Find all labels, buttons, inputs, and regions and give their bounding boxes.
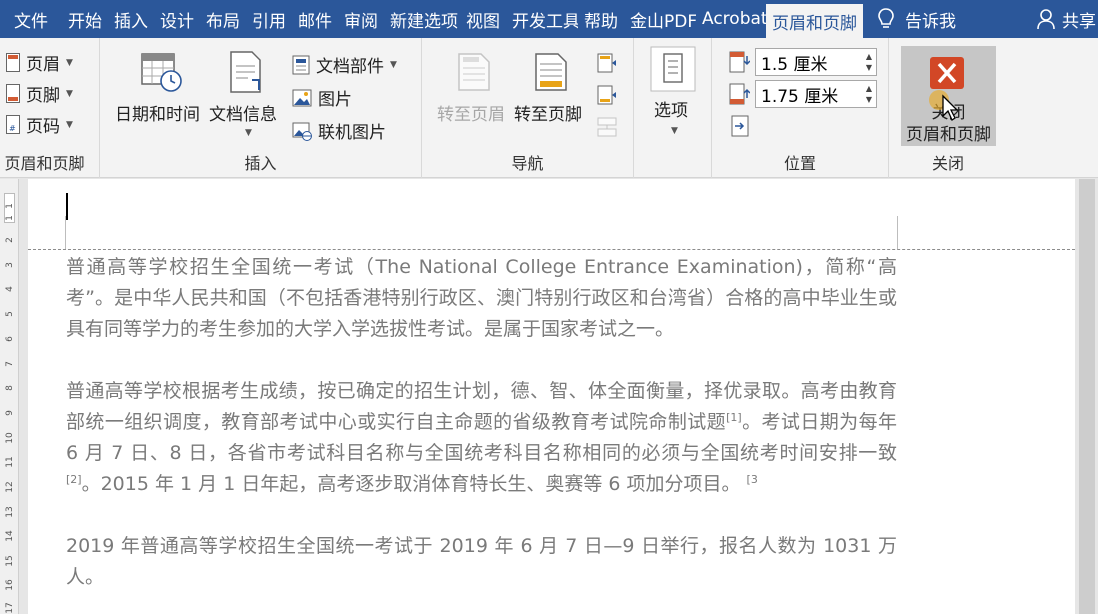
tell-me-label: 告诉我 xyxy=(905,11,956,32)
header-label: 页眉 xyxy=(26,55,60,75)
online-picture-button[interactable]: 联机图片 xyxy=(292,118,386,143)
options-caret: ▼ xyxy=(671,126,678,136)
close-header-footer-button[interactable]: 关闭 页眉和页脚 xyxy=(901,46,996,146)
tab-file[interactable]: 文件 xyxy=(0,0,62,38)
tab-references[interactable]: 引用 xyxy=(246,0,292,38)
header-margin-marker-left xyxy=(65,216,66,249)
document-page[interactable]: 普通高等学校招生全国统一考试（The National College Entr… xyxy=(28,179,1075,614)
tab-developer[interactable]: 开发工具 xyxy=(506,0,578,38)
footer-bottom-distance-input[interactable]: 1.75 厘米 ▲ ▼ xyxy=(755,80,877,108)
next-section-icon[interactable] xyxy=(596,84,618,106)
footer-icon xyxy=(6,84,20,103)
goto-footer-icon xyxy=(535,53,567,91)
paragraph-3[interactable]: 2019 年普通高等学校招生全国统一考试于 2019 年 6 月 7 日—9 日… xyxy=(66,531,897,593)
picture-label: 图片 xyxy=(318,90,352,110)
group-label-insert: 插入 xyxy=(244,154,277,173)
calendar-clock-icon xyxy=(141,53,182,92)
link-to-previous-icon[interactable] xyxy=(596,116,618,138)
vertical-ruler[interactable]: 1 1 2 3 4 5 6 7 8 9 10 11 12 13 14 15 16… xyxy=(0,179,19,614)
picture-icon xyxy=(292,89,312,106)
date-time-label: 日期和时间 xyxy=(115,105,200,125)
person-icon xyxy=(1037,9,1055,30)
options-label: 选项 xyxy=(654,101,688,121)
tab-mailings[interactable]: 邮件 xyxy=(292,0,338,38)
footer-position-icon xyxy=(729,83,750,105)
tab-acrobat[interactable]: Acrobat xyxy=(696,0,766,38)
doc-info-label: 文档信息 xyxy=(209,105,277,125)
page-number-dropdown[interactable]: # 页码 ▼ xyxy=(6,112,73,137)
tell-me-search[interactable]: 告诉我 xyxy=(877,0,956,38)
online-picture-icon xyxy=(292,122,312,141)
header-position-icon xyxy=(729,51,750,73)
header-margin-marker-right xyxy=(897,216,898,249)
spin-arrows[interactable]: ▲ ▼ xyxy=(866,51,872,73)
doc-parts-icon xyxy=(292,55,310,74)
mouse-pointer-icon xyxy=(929,90,959,121)
tab-design[interactable]: 设计 xyxy=(154,0,200,38)
footnote-ref-2[interactable]: [2] xyxy=(66,473,82,486)
tab-view[interactable]: 视图 xyxy=(460,0,506,38)
tab-review[interactable]: 审阅 xyxy=(338,0,384,38)
tab-header-footer[interactable]: 页眉和页脚 xyxy=(766,2,863,38)
lightbulb-icon xyxy=(878,8,894,28)
footnote-ref-3[interactable]: [3 xyxy=(747,473,758,486)
group-header-footer: 页眉 ▼ 页脚 ▼ # 页码 ▼ 页眉和页脚 xyxy=(0,38,100,178)
footer-label: 页脚 xyxy=(26,86,60,106)
group-position: 1.5 厘米 ▲ ▼ 1.75 厘米 ▲ ▼ 位置 xyxy=(712,38,889,178)
tab-home[interactable]: 开始 xyxy=(62,0,108,38)
tab-new-options[interactable]: 新建选项 xyxy=(384,0,460,38)
spin-arrows[interactable]: ▲ ▼ xyxy=(866,83,872,105)
vertical-scrollbar[interactable] xyxy=(1075,179,1098,614)
options-icon xyxy=(650,46,696,92)
tab-kingsoft-pdf[interactable]: 金山PDF xyxy=(624,0,696,38)
doc-info-caret: ▼ xyxy=(245,128,252,138)
group-options: 选项 ▼ xyxy=(634,38,712,178)
tab-help[interactable]: 帮助 xyxy=(578,0,624,38)
share-button[interactable]: 共享 xyxy=(1036,0,1098,38)
header-top-distance-value: 1.5 厘米 xyxy=(761,54,828,75)
ribbon-panel: 页眉 ▼ 页脚 ▼ # 页码 ▼ 页眉和页脚 日期和时间 文档信息 ▼ 文档部件 ▼ 图… xyxy=(0,38,1098,178)
footnote-ref-1[interactable]: [1] xyxy=(726,411,742,424)
group-navigation: 转至页眉 转至页脚 导航 xyxy=(422,38,634,178)
doc-parts-label: 文档部件 xyxy=(316,57,384,77)
page-number-label: 页码 xyxy=(26,117,60,137)
scrollbar-thumb[interactable] xyxy=(1078,179,1095,614)
goto-header-label: 转至页眉 xyxy=(437,105,505,125)
footer-bottom-distance-value: 1.75 厘米 xyxy=(761,86,839,107)
paragraph-2[interactable]: 普通高等学校根据考生成绩，按已确定的招生计划，德、智、体全面衡量，择优录取。高考… xyxy=(66,376,897,500)
group-label-close: 关闭 xyxy=(931,154,964,173)
picture-button[interactable]: 图片 xyxy=(292,85,352,110)
header-icon xyxy=(6,53,20,72)
document-body[interactable]: 普通高等学校招生全国统一考试（The National College Entr… xyxy=(66,252,897,614)
group-label-navigation: 导航 xyxy=(511,154,544,173)
header-top-distance-input[interactable]: 1.5 厘米 ▲ ▼ xyxy=(755,48,877,76)
tab-layout[interactable]: 布局 xyxy=(200,0,246,38)
group-label-position: 位置 xyxy=(783,154,816,173)
group-label-header-footer: 页眉和页脚 xyxy=(4,154,85,173)
doc-parts-dropdown[interactable]: 文档部件 ▼ xyxy=(292,52,397,77)
goto-header-icon xyxy=(458,53,490,91)
tab-insert[interactable]: 插入 xyxy=(108,0,154,38)
footer-dropdown[interactable]: 页脚 ▼ xyxy=(6,81,73,106)
document-info-icon xyxy=(230,51,261,93)
header-dropdown[interactable]: 页眉 ▼ xyxy=(6,50,73,75)
ribbon-tab-bar: 文件 开始 插入 设计 布局 引用 邮件 审阅 新建选项 视图 开发工具 帮助 … xyxy=(0,0,1098,38)
text-cursor xyxy=(66,193,68,220)
group-insert: 日期和时间 文档信息 ▼ 文档部件 ▼ 图片 联机图片 插入 xyxy=(100,38,422,178)
goto-footer-label: 转至页脚 xyxy=(514,105,582,125)
previous-section-icon[interactable] xyxy=(596,52,618,74)
page-number-icon: # xyxy=(6,115,20,134)
insert-alignment-tab-icon[interactable] xyxy=(730,114,752,138)
close-x-icon xyxy=(930,57,964,89)
paragraph-1[interactable]: 普通高等学校招生全国统一考试（The National College Entr… xyxy=(66,252,897,345)
header-boundary-line xyxy=(28,249,1075,250)
share-label: 共享 xyxy=(1062,11,1096,32)
online-picture-label: 联机图片 xyxy=(318,123,386,143)
close-label-line2: 页眉和页脚 xyxy=(906,125,991,145)
